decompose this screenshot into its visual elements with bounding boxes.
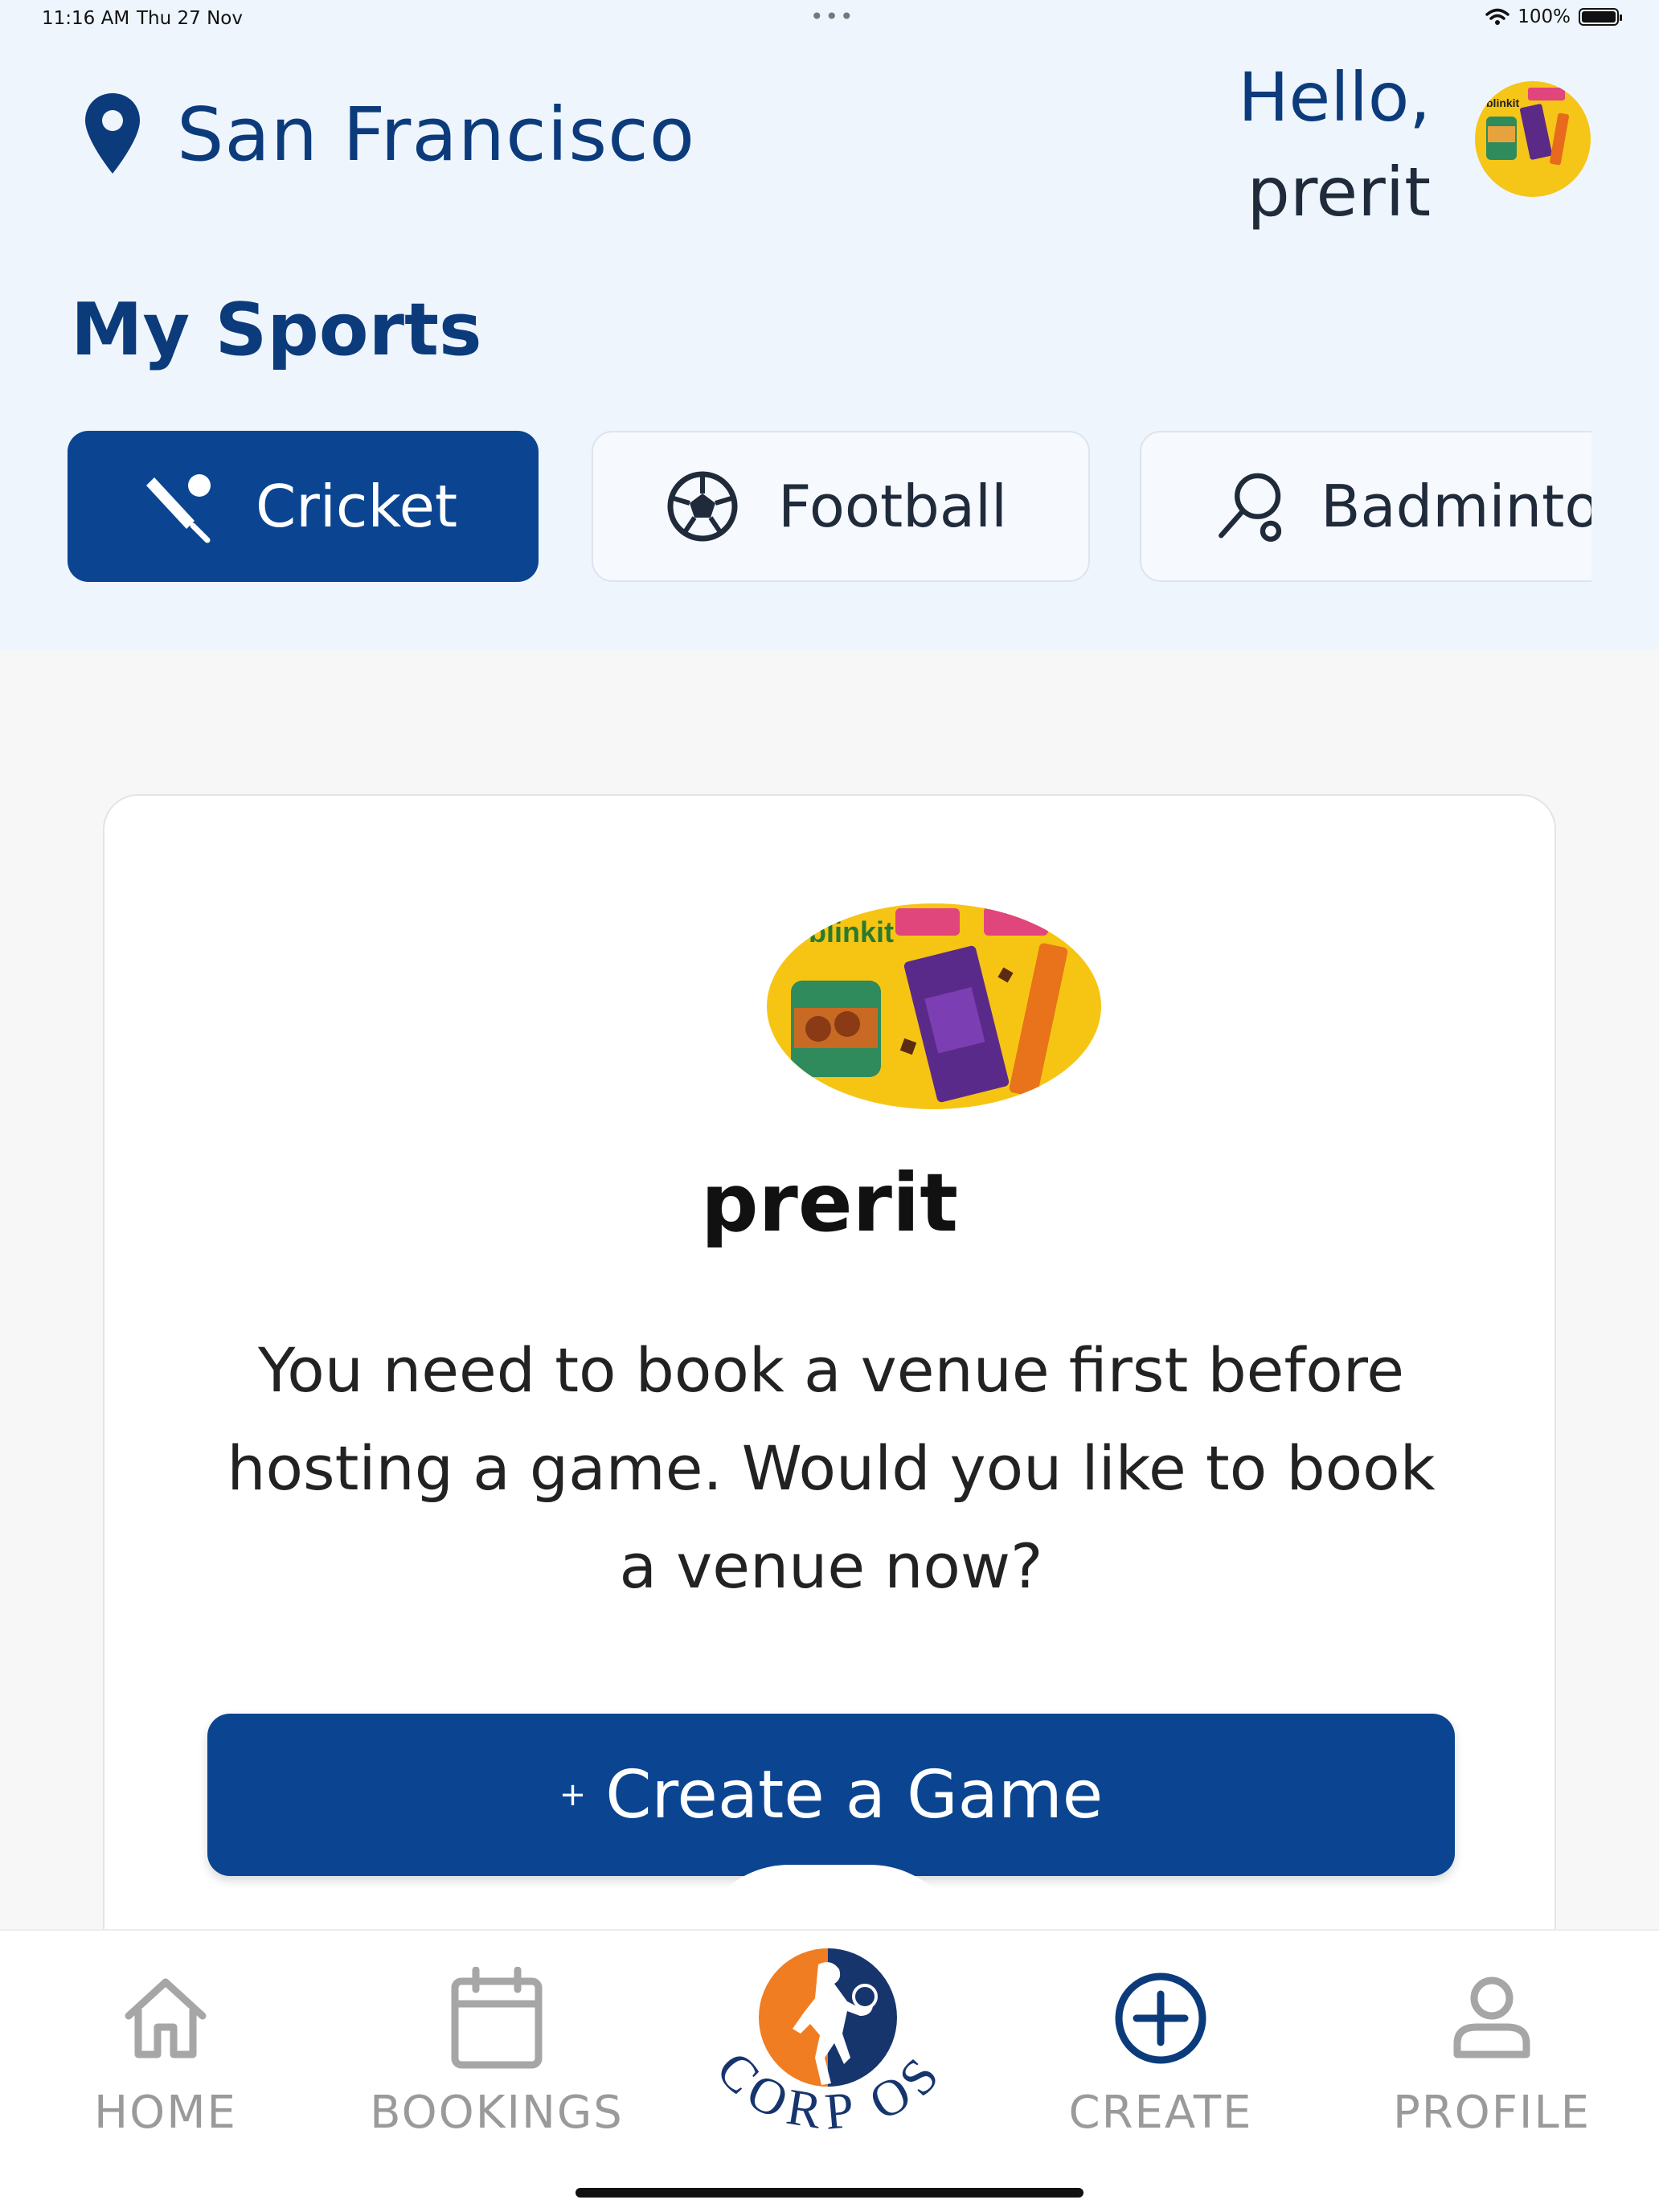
- badminton-racket-icon: [1219, 473, 1282, 543]
- plus-circle-icon: [1115, 1972, 1206, 2064]
- svg-text:blinkit: blinkit: [1486, 96, 1520, 109]
- tab-create-label: CREATE: [1068, 2087, 1253, 2139]
- home-indicator[interactable]: [576, 2188, 1083, 2198]
- map-pin-icon: [85, 93, 140, 174]
- person-icon: [1453, 1976, 1530, 2058]
- sports-chips: Cricket Football Badminton: [68, 431, 1591, 582]
- multitask-dots-icon[interactable]: •••: [810, 3, 855, 30]
- chip-label: Cricket: [256, 473, 458, 540]
- tab-profile[interactable]: PROFILE: [1355, 1963, 1628, 2139]
- greeting: Hello, prerit: [1238, 50, 1431, 240]
- tab-home[interactable]: HOME: [29, 1963, 302, 2139]
- card-message: You need to book a venue first before ho…: [227, 1334, 1436, 1602]
- status-right: 100%: [1485, 6, 1622, 27]
- chip-cricket[interactable]: Cricket: [68, 431, 539, 582]
- chip-football[interactable]: Football: [592, 431, 1090, 582]
- plus-icon: +: [559, 1776, 587, 1813]
- status-bar: 11:16 AM Thu 27 Nov ••• 100%: [0, 0, 1659, 39]
- football-icon: [667, 471, 738, 542]
- chip-badminton[interactable]: Badminton: [1140, 431, 1591, 582]
- user-avatar: blinkit: [767, 903, 1101, 1109]
- create-game-label: Create a Game: [605, 1756, 1104, 1833]
- calendar-icon: [451, 1967, 543, 2069]
- create-game-button[interactable]: + Create a Game: [207, 1714, 1455, 1876]
- location-selector[interactable]: San Francisco: [80, 90, 695, 178]
- wifi-icon: [1485, 8, 1509, 25]
- greeting-hello: Hello,: [1238, 58, 1431, 137]
- status-time: 11:16 AM: [42, 8, 130, 29]
- card-username: prerit: [700, 1156, 959, 1250]
- corp-os-logo[interactable]: CORP OS: [690, 1929, 969, 2170]
- battery-percent: 100%: [1518, 6, 1571, 27]
- tab-home-label: HOME: [94, 2087, 237, 2139]
- tab-bookings-label: BOOKINGS: [370, 2087, 624, 2139]
- svg-text:blinkit: blinkit: [809, 916, 894, 948]
- battery-icon: [1579, 8, 1622, 26]
- chip-label: Football: [778, 473, 1008, 540]
- location-name: San Francisco: [177, 91, 696, 178]
- greeting-username: prerit: [1247, 153, 1432, 231]
- tab-create[interactable]: CREATE: [1024, 1963, 1297, 2139]
- tab-profile-label: PROFILE: [1392, 2087, 1591, 2139]
- home-icon: [125, 1978, 207, 2058]
- cricket-bat-icon: [146, 474, 211, 543]
- my-sports-title: My Sports: [71, 288, 482, 372]
- status-date: Thu 27 Nov: [137, 8, 243, 29]
- tab-bookings[interactable]: BOOKINGS: [360, 1963, 633, 2139]
- header-avatar[interactable]: blinkit: [1475, 81, 1591, 197]
- chip-label: Badminton: [1321, 473, 1591, 540]
